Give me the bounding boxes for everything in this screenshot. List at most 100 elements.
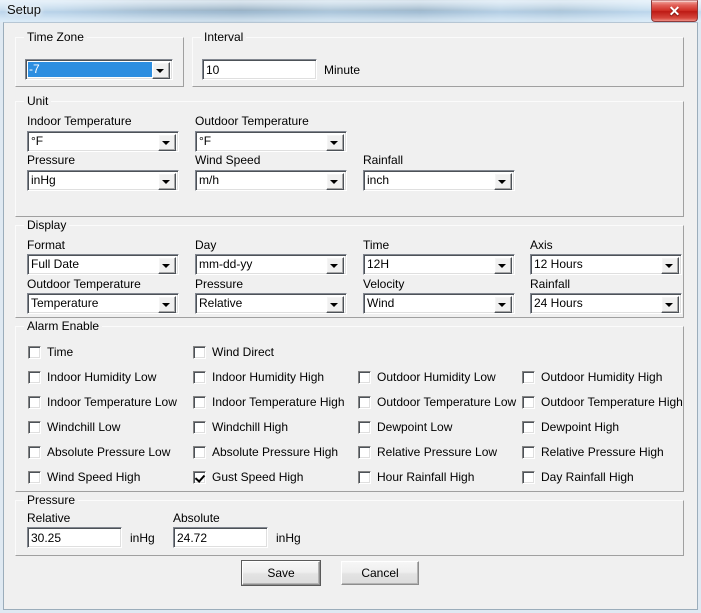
chevron-down-icon[interactable] xyxy=(661,257,679,274)
checkbox-box[interactable] xyxy=(358,396,371,409)
alarm-checkbox-indoor-humidity-low[interactable]: Indoor Humidity Low xyxy=(28,369,156,385)
alarm-label: Gust Speed High xyxy=(212,470,303,484)
chevron-down-icon[interactable] xyxy=(152,62,170,79)
unit-rainfall-combo[interactable]: inch xyxy=(363,170,515,191)
chevron-down-icon[interactable] xyxy=(494,296,512,313)
checkbox-box[interactable] xyxy=(193,346,206,359)
display-day-combo[interactable]: mm-dd-yy xyxy=(195,254,347,275)
display-time-combo[interactable]: 12H xyxy=(363,254,515,275)
alarm-label: Dewpoint High xyxy=(541,420,619,434)
pressure-absolute-label: Absolute xyxy=(173,511,220,525)
checkbox-box[interactable] xyxy=(522,371,535,384)
chevron-down-icon[interactable] xyxy=(326,257,344,274)
alarm-label: Relative Pressure High xyxy=(541,445,664,459)
unit-pressure-combo[interactable]: inHg xyxy=(27,170,179,191)
alarm-checkbox-windchill-high[interactable]: Windchill High xyxy=(193,419,288,435)
display-rainfall-combo[interactable]: 24 Hours xyxy=(530,293,682,314)
unit-rainfall-label: Rainfall xyxy=(363,153,403,167)
unit-rainfall-value: inch xyxy=(367,173,494,188)
checkbox-box[interactable] xyxy=(522,421,535,434)
pressure-relative-unit: inHg xyxy=(130,531,155,545)
alarm-checkbox-dewpoint-low[interactable]: Dewpoint Low xyxy=(358,419,452,435)
alarm-checkbox-time[interactable]: Time xyxy=(28,344,73,360)
alarm-enable-legend: Alarm Enable xyxy=(24,320,102,333)
checkbox-box[interactable] xyxy=(28,396,41,409)
display-outdoor-temperature-combo[interactable]: Temperature xyxy=(27,293,179,314)
unit-outdoor-temperature-combo[interactable]: °F xyxy=(195,131,347,152)
interval-input[interactable] xyxy=(202,59,317,80)
checkbox-box[interactable] xyxy=(28,371,41,384)
chevron-down-icon[interactable] xyxy=(326,173,344,190)
alarm-label: Day Rainfall High xyxy=(541,470,634,484)
checkbox-box[interactable] xyxy=(358,371,371,384)
alarm-checkbox-outdoor-humidity-high[interactable]: Outdoor Humidity High xyxy=(522,369,662,385)
alarm-checkbox-absolute-pressure-low[interactable]: Absolute Pressure Low xyxy=(28,444,170,460)
checkbox-box[interactable] xyxy=(193,421,206,434)
alarm-checkbox-wind-speed-high[interactable]: Wind Speed High xyxy=(28,469,140,485)
alarm-checkbox-outdoor-temperature-low[interactable]: Outdoor Temperature Low xyxy=(358,394,516,410)
display-format-combo[interactable]: Full Date xyxy=(27,254,179,275)
chevron-down-icon[interactable] xyxy=(494,173,512,190)
alarm-checkbox-indoor-humidity-high[interactable]: Indoor Humidity High xyxy=(193,369,324,385)
display-time-value: 12H xyxy=(367,257,494,272)
unit-wind-speed-combo[interactable]: m/h xyxy=(195,170,347,191)
pressure-relative-input[interactable] xyxy=(27,527,122,548)
alarm-label: Outdoor Temperature High xyxy=(541,395,683,409)
time-zone-combo[interactable]: -7 xyxy=(25,59,173,80)
chevron-down-icon[interactable] xyxy=(326,134,344,151)
chevron-down-icon[interactable] xyxy=(158,173,176,190)
display-time-label: Time xyxy=(363,238,389,252)
alarm-checkbox-wind-direct[interactable]: Wind Direct xyxy=(193,344,274,360)
alarm-label: Absolute Pressure High xyxy=(212,445,338,459)
alarm-label: Outdoor Temperature Low xyxy=(377,395,516,409)
alarm-label: Windchill High xyxy=(212,420,288,434)
unit-indoor-temperature-combo[interactable]: °F xyxy=(27,131,179,152)
close-button[interactable]: ✕ xyxy=(651,0,698,22)
chevron-down-icon[interactable] xyxy=(158,257,176,274)
alarm-checkbox-relative-pressure-high[interactable]: Relative Pressure High xyxy=(522,444,664,460)
display-axis-combo[interactable]: 12 Hours xyxy=(530,254,682,275)
alarm-checkbox-indoor-temperature-high[interactable]: Indoor Temperature High xyxy=(193,394,345,410)
checkbox-box[interactable] xyxy=(28,471,41,484)
checkbox-box[interactable] xyxy=(193,371,206,384)
alarm-checkbox-outdoor-humidity-low[interactable]: Outdoor Humidity Low xyxy=(358,369,496,385)
checkbox-box[interactable] xyxy=(193,471,206,484)
alarm-checkbox-day-rainfall-high[interactable]: Day Rainfall High xyxy=(522,469,634,485)
unit-indoor-temperature-label: Indoor Temperature xyxy=(27,114,132,128)
display-day-label: Day xyxy=(195,238,216,252)
chevron-down-icon[interactable] xyxy=(326,296,344,313)
checkbox-box[interactable] xyxy=(193,396,206,409)
alarm-checkbox-relative-pressure-low[interactable]: Relative Pressure Low xyxy=(358,444,497,460)
display-pressure-value: Relative xyxy=(199,296,326,311)
display-pressure-combo[interactable]: Relative xyxy=(195,293,347,314)
checkbox-box[interactable] xyxy=(28,446,41,459)
alarm-checkbox-gust-speed-high[interactable]: Gust Speed High xyxy=(193,469,303,485)
checkbox-box[interactable] xyxy=(193,446,206,459)
unit-group: Unit Indoor Temperature °F Outdoor Tempe… xyxy=(15,101,684,217)
alarm-checkbox-indoor-temperature-low[interactable]: Indoor Temperature Low xyxy=(28,394,177,410)
alarm-checkbox-hour-rainfall-high[interactable]: Hour Rainfall High xyxy=(358,469,474,485)
display-velocity-combo[interactable]: Wind xyxy=(363,293,515,314)
checkbox-box[interactable] xyxy=(28,421,41,434)
alarm-checkbox-absolute-pressure-high[interactable]: Absolute Pressure High xyxy=(193,444,338,460)
display-velocity-value: Wind xyxy=(367,296,494,311)
alarm-checkbox-windchill-low[interactable]: Windchill Low xyxy=(28,419,120,435)
alarm-checkbox-outdoor-temperature-high[interactable]: Outdoor Temperature High xyxy=(522,394,683,410)
alarm-label: Absolute Pressure Low xyxy=(47,445,170,459)
chevron-down-icon[interactable] xyxy=(494,257,512,274)
checkbox-box[interactable] xyxy=(358,471,371,484)
chevron-down-icon[interactable] xyxy=(158,296,176,313)
checkbox-box[interactable] xyxy=(358,446,371,459)
save-button[interactable]: Save xyxy=(242,561,320,585)
checkbox-box[interactable] xyxy=(522,471,535,484)
alarm-checkbox-dewpoint-high[interactable]: Dewpoint High xyxy=(522,419,619,435)
chevron-down-icon[interactable] xyxy=(661,296,679,313)
title-bar xyxy=(0,0,701,22)
checkbox-box[interactable] xyxy=(358,421,371,434)
cancel-button[interactable]: Cancel xyxy=(341,561,419,585)
chevron-down-icon[interactable] xyxy=(158,134,176,151)
checkbox-box[interactable] xyxy=(522,446,535,459)
pressure-absolute-input[interactable] xyxy=(173,527,268,548)
checkbox-box[interactable] xyxy=(522,396,535,409)
checkbox-box[interactable] xyxy=(28,346,41,359)
